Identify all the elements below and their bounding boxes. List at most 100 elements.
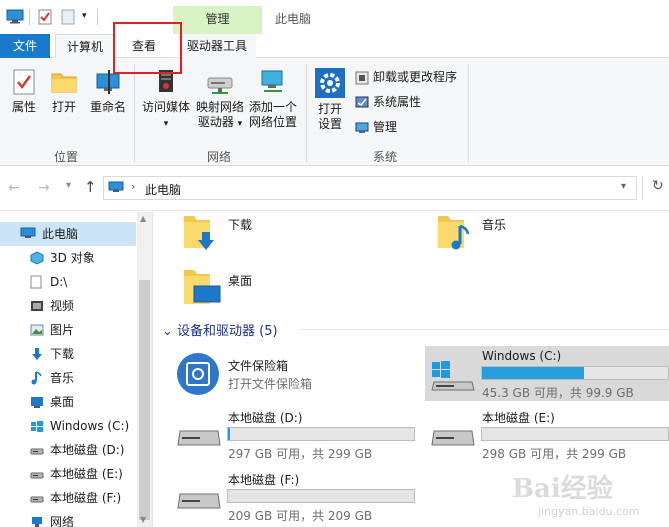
ribbon-separator xyxy=(134,64,135,162)
folder-label-music: 音乐 xyxy=(482,218,507,232)
annotation-highlight-box xyxy=(113,22,182,74)
chevron-down-icon: ▾ xyxy=(237,119,243,129)
computer-icon xyxy=(108,181,124,197)
add-network-location-button[interactable]: 添加一个 网络位置 xyxy=(248,68,298,130)
hard-drive-icon xyxy=(30,448,44,455)
address-dropdown-icon[interactable]: ▾ xyxy=(621,181,626,192)
properties-label: 属性 xyxy=(11,100,36,114)
sidebar-item-label: 3D 对象 xyxy=(50,251,95,265)
sidebar-item-windows-c[interactable]: Windows (C:) xyxy=(0,414,136,438)
sidebar-item-network[interactable]: 网络 xyxy=(0,510,136,527)
file-vault-name: 文件保险箱 xyxy=(228,359,289,373)
sidebar-item-local-disk-d[interactable]: 本地磁盘 (D:) xyxy=(0,438,136,462)
drive-usage-fill xyxy=(482,367,585,379)
drive-usage-bar-e xyxy=(481,427,669,441)
properties-quick-icon[interactable] xyxy=(38,9,52,28)
uninstall-program-button[interactable]: 卸载或更改程序 xyxy=(355,68,457,86)
file-vault-item[interactable] xyxy=(176,352,220,399)
sidebar-item-label: 网络 xyxy=(50,515,75,527)
chevron-down-icon: ▾ xyxy=(163,119,169,129)
map-network-drive-button[interactable]: 映射网络 驱动器 ▾ xyxy=(194,68,246,132)
access-media-label: 访问媒体 xyxy=(141,100,190,114)
new-folder-quick-icon[interactable] xyxy=(61,9,75,28)
rename-button[interactable]: 重命名 xyxy=(86,68,130,115)
drive-free-f: 209 GB 可用，共 209 GB xyxy=(228,509,373,523)
properties-icon xyxy=(13,69,35,95)
ribbon-separator xyxy=(306,64,307,162)
up-arrow-icon[interactable]: ↑ xyxy=(84,178,97,196)
sidebar-item-3d-objects[interactable]: 3D 对象 xyxy=(0,246,136,270)
pane-divider[interactable] xyxy=(152,212,153,527)
chevron-down-icon: ⌄ xyxy=(162,324,173,339)
manage-label: 管理 xyxy=(373,120,398,134)
sidebar-item-music[interactable]: 音乐 xyxy=(0,366,136,390)
folder-item-desktop[interactable] xyxy=(180,266,222,311)
video-icon xyxy=(31,301,43,311)
file-vault-subtitle: 打开文件保险箱 xyxy=(228,377,313,391)
scroll-up-icon[interactable]: ▲ xyxy=(140,214,146,223)
folder-item-downloads[interactable] xyxy=(180,212,220,255)
breadcrumb-chevron-icon[interactable]: › xyxy=(131,180,135,193)
divider xyxy=(642,176,643,200)
open-button[interactable]: 打开 xyxy=(46,68,82,115)
properties-button[interactable]: 属性 xyxy=(6,68,42,115)
folder-open-icon xyxy=(51,73,77,93)
drive-item-local-disk-f[interactable] xyxy=(176,488,222,517)
scroll-down-icon[interactable]: ▼ xyxy=(140,515,146,524)
add-network-label-1: 添加一个 xyxy=(248,100,297,114)
desktop-folder-icon xyxy=(184,270,221,304)
address-bar[interactable] xyxy=(103,176,637,200)
picture-icon xyxy=(30,324,44,336)
downloads-folder-icon xyxy=(184,216,214,250)
drive-usage-bar-f xyxy=(227,489,415,503)
back-arrow-icon[interactable]: ← xyxy=(8,180,20,196)
sidebar-item-desktop[interactable]: 桌面 xyxy=(0,390,136,414)
refresh-icon[interactable]: ↻ xyxy=(652,178,664,194)
windows-drive-icon xyxy=(430,358,476,397)
open-settings-button[interactable]: 打开 设置 xyxy=(312,68,348,132)
3d-objects-icon xyxy=(30,251,44,265)
open-label: 打开 xyxy=(51,100,76,114)
download-arrow-icon xyxy=(32,348,42,360)
uninstall-icon xyxy=(355,71,369,84)
drive-item-local-disk-e[interactable] xyxy=(430,425,476,454)
manage-button[interactable]: 管理 xyxy=(355,118,397,136)
hard-drive-icon xyxy=(177,493,221,509)
sidebar-item-label: 音乐 xyxy=(50,371,75,385)
drive-item-local-disk-d[interactable] xyxy=(176,425,222,454)
forward-arrow-icon[interactable]: → xyxy=(38,180,50,196)
sidebar-item-pictures[interactable]: 图片 xyxy=(0,318,136,342)
breadcrumb-this-pc[interactable]: 此电脑 xyxy=(145,181,181,198)
sidebar-item-local-disk-e[interactable]: 本地磁盘 (E:) xyxy=(0,462,136,486)
computer-icon[interactable] xyxy=(6,9,24,27)
access-media-button[interactable]: 访问媒体 ▾ xyxy=(140,68,192,132)
system-properties-button[interactable]: 系统属性 xyxy=(355,93,421,111)
sidebar-item-downloads[interactable]: 下载 xyxy=(0,342,136,366)
drive-usage-bar-c xyxy=(481,366,669,380)
drive-usage-fill xyxy=(228,428,230,440)
open-settings-label-2: 设置 xyxy=(317,117,342,131)
tab-drive-tools[interactable]: 驱动器工具 xyxy=(178,34,256,58)
sidebar-item-videos[interactable]: 视频 xyxy=(0,294,136,318)
open-settings-label-1: 打开 xyxy=(317,102,342,116)
sidebar-scroll-thumb[interactable] xyxy=(139,280,150,520)
recent-locations-icon[interactable]: ▾ xyxy=(66,180,71,191)
folder-item-music[interactable] xyxy=(434,212,474,255)
system-properties-icon xyxy=(355,96,369,107)
customize-toolbar-icon[interactable]: ▾ xyxy=(82,11,87,21)
tab-computer[interactable]: 计算机 xyxy=(55,34,115,58)
drive-free-e: 298 GB 可用，共 299 GB xyxy=(482,447,627,461)
windows-drive-icon xyxy=(31,421,43,432)
drive-usage-bar-d xyxy=(227,427,415,441)
map-network-label-2: 驱动器 xyxy=(197,115,234,129)
desktop-icon xyxy=(31,397,43,408)
tab-file[interactable]: 文件 xyxy=(0,34,50,58)
sidebar-item-d-drive-folder[interactable]: D:\ xyxy=(0,270,136,294)
sidebar-item-label: D:\ xyxy=(50,275,68,289)
devices-and-drives-header[interactable]: ⌄ 设备和驱动器 (5) xyxy=(162,320,278,339)
drive-name-f: 本地磁盘 (F:) xyxy=(228,473,300,487)
sidebar-item-this-pc[interactable]: 此电脑 xyxy=(0,222,136,246)
network-icon xyxy=(32,517,42,527)
sidebar-item-label: 本地磁盘 (D:) xyxy=(50,443,125,457)
sidebar-item-local-disk-f[interactable]: 本地磁盘 (F:) xyxy=(0,486,136,510)
